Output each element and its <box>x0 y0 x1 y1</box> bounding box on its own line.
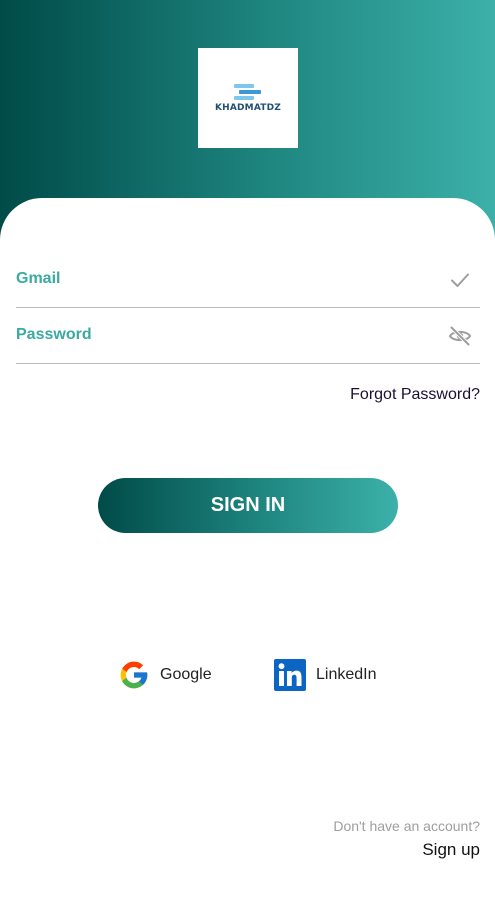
check-icon <box>451 273 469 287</box>
forgot-password-link[interactable]: Forgot Password? <box>350 386 480 404</box>
no-account-text: Don't have an account? <box>333 818 480 834</box>
sign-up-link[interactable]: Sign up <box>422 840 480 860</box>
google-label: Google <box>160 666 212 683</box>
linkedin-login-button[interactable]: LinkedIn <box>274 658 377 692</box>
google-login-button[interactable]: Google <box>118 658 212 692</box>
gmail-label: Gmail <box>16 270 61 287</box>
logo-text: KHADMATDZ <box>214 103 282 113</box>
password-label: Password <box>16 326 92 343</box>
sign-in-button[interactable]: SIGN IN <box>98 478 398 533</box>
eye-off-icon[interactable] <box>448 324 472 348</box>
linkedin-icon <box>274 659 306 691</box>
logo-mark-icon <box>229 84 269 102</box>
linkedin-label: LinkedIn <box>316 666 377 683</box>
google-icon <box>120 661 148 689</box>
password-field[interactable]: Password <box>16 308 480 364</box>
app-logo: KHADMATDZ <box>198 48 298 148</box>
gmail-field[interactable]: Gmail <box>16 252 480 308</box>
